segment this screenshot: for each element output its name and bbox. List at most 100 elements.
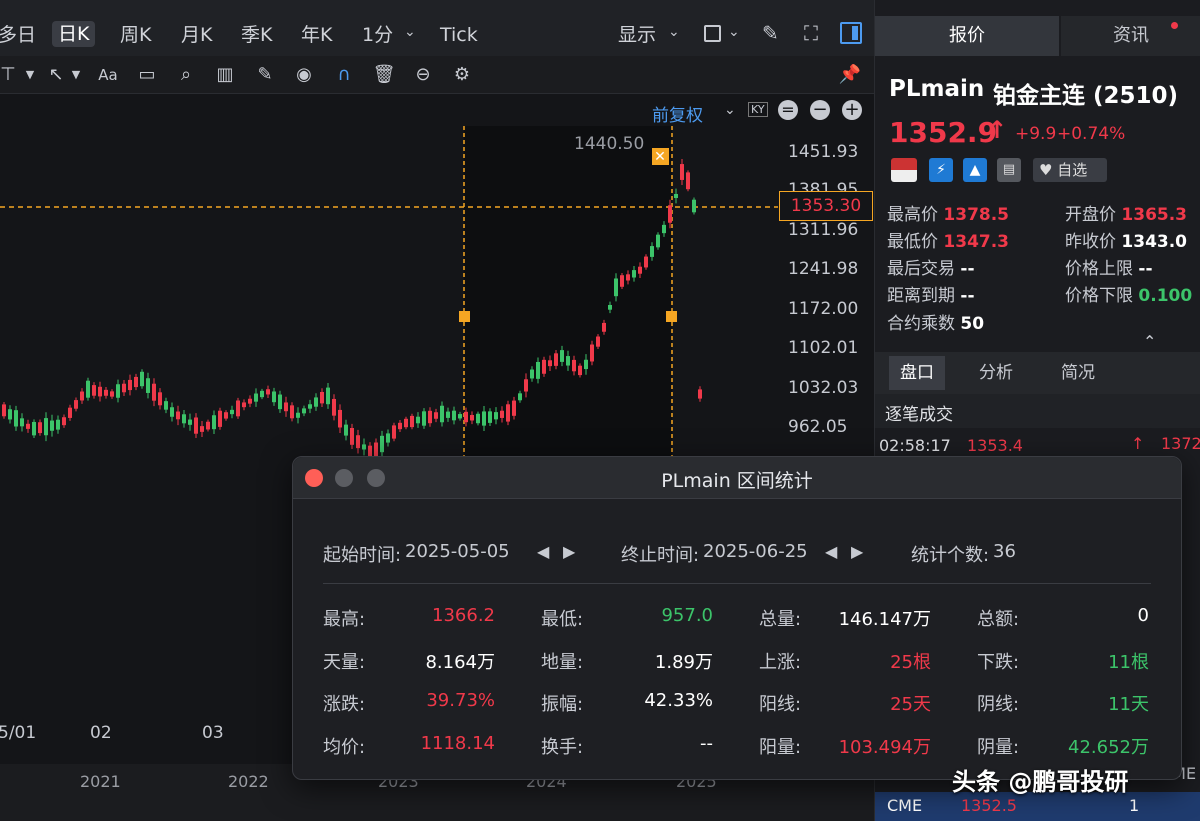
candle-body (134, 376, 138, 388)
tab-yearly-k[interactable]: 年K (301, 22, 332, 48)
open-label: 开盘价 1365.3 (1065, 205, 1188, 225)
candle-body (170, 407, 174, 417)
stat-label: 总量: (759, 609, 802, 630)
tab-overview[interactable]: 简况 (1061, 356, 1095, 390)
price-change: +9.9 (1015, 124, 1057, 144)
tab-analysis[interactable]: 分析 (979, 356, 1013, 390)
tab-quote[interactable]: 报价 (875, 16, 1059, 56)
tab-weekly-k[interactable]: 周K (120, 22, 151, 48)
candle-body (578, 365, 582, 376)
collapse-chevron-icon[interactable]: ⌃ (1143, 332, 1156, 351)
candle-body (44, 418, 48, 436)
svg-text:✕: ✕ (654, 149, 666, 165)
checkbox-icon[interactable] (704, 25, 721, 42)
next-icon[interactable]: ▶ (563, 542, 575, 561)
candle-body (38, 422, 42, 434)
prev-icon[interactable]: ◀ (537, 542, 549, 561)
end-time-value: 2025-06-25 (703, 541, 808, 562)
candle-body (32, 421, 36, 436)
candle-body (392, 425, 396, 439)
stat-label: 最低: (541, 609, 584, 630)
news-dot (1171, 22, 1178, 29)
chevron-down-icon[interactable]: ⌄ (404, 24, 416, 40)
pencil-icon[interactable]: ✎ (253, 63, 277, 87)
pin-icon[interactable]: 📌 (838, 63, 862, 87)
tab-orderbook[interactable]: 盘口 (889, 356, 945, 390)
range-end-handle[interactable] (666, 311, 677, 322)
chevron-down-icon[interactable]: ▼ (18, 63, 42, 87)
candle-body (14, 410, 18, 427)
eye-icon[interactable]: ◉ (292, 63, 316, 87)
candle-body (428, 410, 432, 424)
candle-body (308, 404, 312, 409)
next-icon[interactable]: ▶ (851, 542, 863, 561)
tick-price: 1353.4 (967, 436, 1023, 455)
stat-label: 涨跌: (323, 694, 366, 715)
dialog-titlebar[interactable]: PLmain 区间统计 (293, 457, 1181, 499)
candle-body (110, 391, 114, 397)
bar-chart-icon[interactable]: ▥ (213, 63, 237, 87)
price-tick: 1032.03 (788, 378, 859, 398)
multiplier-value: 50 (960, 314, 985, 334)
candle-body (386, 433, 390, 443)
candle-body (104, 389, 108, 396)
fullscreen-icon[interactable]: ⛶ (804, 21, 818, 45)
candle-body (644, 256, 648, 268)
chevron-down-icon[interactable]: ⌄ (728, 24, 740, 40)
stat-amount: 0 (1137, 605, 1149, 626)
candle-body (290, 405, 294, 419)
to-expiry-value: -- (960, 286, 975, 306)
sync-icon[interactable]: ⊖ (411, 63, 435, 87)
candle-body (338, 409, 342, 428)
candle-body (230, 409, 234, 415)
chevron-down-icon[interactable]: ▼ (64, 63, 88, 87)
candle-body (80, 391, 84, 401)
tab-tick[interactable]: Tick (440, 22, 478, 48)
watchlist-button[interactable]: ♥ 自选 (1033, 158, 1107, 182)
candle-body (356, 435, 360, 449)
candle-body (596, 336, 600, 347)
line-tool-icon[interactable]: ⊤ (0, 63, 20, 87)
candle-body (398, 422, 402, 430)
stat-low: 957.0 (661, 605, 713, 626)
stat-yin-days: 11天 (1108, 694, 1149, 715)
brush-icon[interactable]: ✎ (762, 21, 779, 45)
candle-body (662, 224, 666, 234)
panel-toggle-icon[interactable] (840, 22, 862, 44)
candle-body (674, 193, 678, 199)
tab-news[interactable]: 资讯 (1061, 16, 1200, 56)
tab-1min[interactable]: 1分 (362, 22, 393, 48)
count-label: 统计个数: (911, 545, 990, 566)
tab-quarterly-k[interactable]: 季K (241, 22, 272, 48)
low-value: 1347.3 (943, 232, 1010, 252)
search-icon[interactable]: ⌕ (174, 63, 198, 87)
tab-daily-k[interactable]: 日K (52, 21, 96, 47)
candle-body (194, 417, 198, 434)
stat-high: 1366.2 (432, 605, 495, 626)
display-menu[interactable]: 显示 (618, 22, 656, 48)
candle-body (140, 371, 144, 387)
candle-body (488, 411, 492, 423)
candle-body (8, 409, 12, 420)
trash-icon[interactable]: 🗑 (372, 63, 396, 87)
range-start-handle[interactable] (459, 311, 470, 322)
tab-monthly-k[interactable]: 月K (181, 22, 212, 48)
x-tick: 03 (202, 723, 224, 743)
candle-body (494, 412, 498, 420)
text-tool-icon[interactable]: Aa (96, 63, 120, 87)
gear-icon[interactable]: ⚙ (450, 63, 474, 87)
candle-body (620, 275, 624, 287)
stat-turnover: -- (700, 733, 713, 754)
candle-body (206, 421, 210, 430)
candle-body (602, 322, 606, 332)
document-icon[interactable]: ▤ (997, 158, 1021, 182)
watermark: 头条 @鹏哥投研 (952, 768, 1129, 796)
comment-icon[interactable]: ▭ (135, 63, 159, 87)
chevron-down-icon[interactable]: ⌄ (668, 24, 680, 40)
candle-body (380, 435, 384, 453)
low-label: 最低价 1347.3 (887, 232, 1010, 252)
tab-multi-day[interactable]: 多日 (0, 22, 36, 48)
prev-icon[interactable]: ◀ (825, 542, 837, 561)
contract-name: 铂金主连 (2510) (993, 83, 1179, 109)
magnet-icon[interactable]: ∩ (332, 63, 356, 87)
